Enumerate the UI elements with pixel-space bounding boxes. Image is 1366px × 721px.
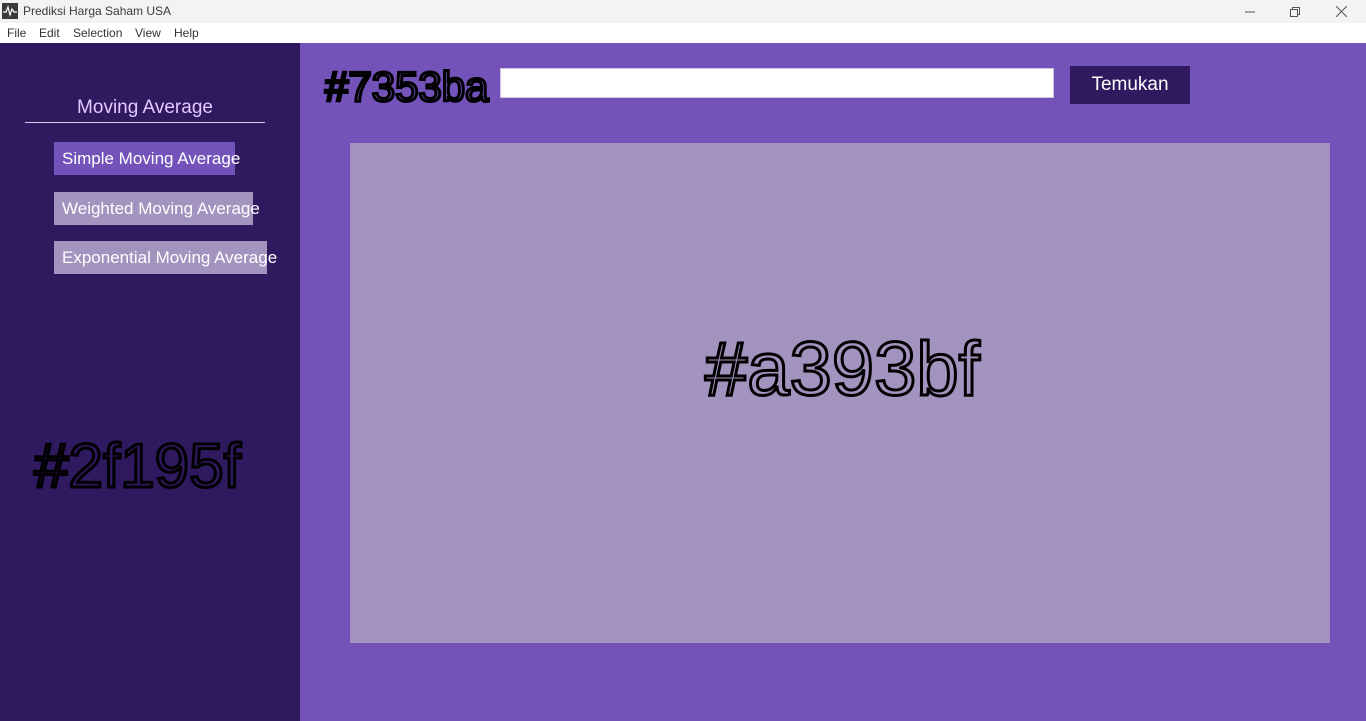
menu-edit[interactable]: Edit [39, 26, 60, 40]
close-icon[interactable] [1318, 0, 1364, 23]
find-button[interactable]: Temukan [1070, 66, 1190, 104]
menu-view[interactable]: View [135, 26, 161, 40]
stock-chart-icon [2, 3, 18, 19]
window-title: Prediksi Harga Saham USA [23, 4, 172, 18]
main-area: #7353ba Temukan #a393bf [300, 43, 1366, 721]
chart-panel-color-label: #a393bf [704, 326, 982, 414]
sidebar: Moving Average Simple Moving Average Wei… [0, 43, 300, 721]
stock-search-input[interactable] [500, 68, 1054, 98]
sidebar-divider [25, 122, 265, 123]
main-color-label: #7353ba [324, 62, 491, 112]
menu-bar: File Edit Selection View Help [0, 23, 1366, 43]
minimize-icon[interactable] [1227, 0, 1273, 23]
sidebar-color-label: #2f195f [33, 431, 243, 503]
menu-help[interactable]: Help [174, 26, 199, 40]
exponential-moving-average-button[interactable]: Exponential Moving Average [54, 241, 277, 274]
restore-icon[interactable] [1272, 0, 1318, 23]
sidebar-heading: Moving Average [77, 97, 213, 118]
chart-panel: #a393bf [350, 143, 1330, 643]
simple-moving-average-button[interactable]: Simple Moving Average [54, 142, 240, 175]
menu-selection[interactable]: Selection [73, 26, 122, 40]
title-bar: Prediksi Harga Saham USA [0, 0, 1366, 23]
menu-file[interactable]: File [7, 26, 26, 40]
weighted-moving-average-button[interactable]: Weighted Moving Average [54, 192, 260, 225]
